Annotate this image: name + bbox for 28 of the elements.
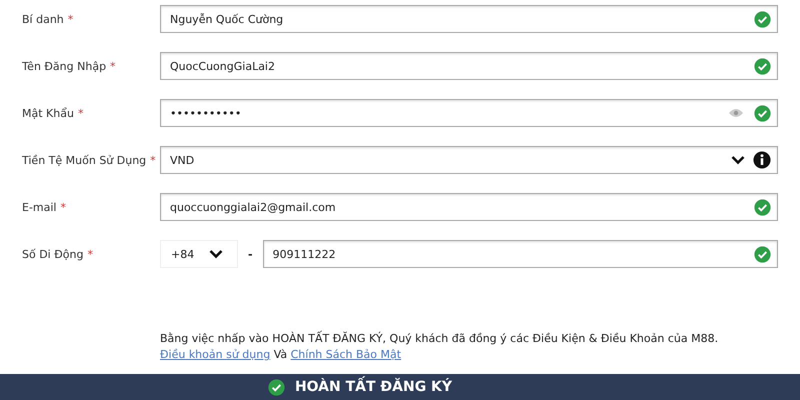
input-field[interactable]: QuocCuongGiaLai2: [160, 52, 778, 80]
input-field[interactable]: 909111222: [262, 240, 778, 268]
required-mark: *: [60, 200, 66, 214]
required-mark: *: [68, 12, 74, 26]
separator-text: -: [248, 248, 253, 260]
required-mark: *: [78, 106, 84, 120]
field-label: Số Di Động: [22, 248, 84, 260]
input-field[interactable]: •••••••••••: [160, 99, 778, 127]
submit-button[interactable]: HOÀN TẤT ĐĂNG KÝ: [268, 378, 452, 396]
country-code-select[interactable]: +84: [160, 240, 238, 268]
field-label: Bí danh: [22, 12, 64, 26]
chevron-down-icon: [731, 155, 745, 165]
input-field[interactable]: quoccuonggialai2@gmail.com: [160, 193, 778, 221]
input-field[interactable]: Nguyễn Quốc Cường: [160, 5, 778, 33]
terms-text: Bằng việc nhấp vào HOÀN TẤT ĐĂNG KÝ, Quý khách đã đồng ý các Điều Kiện & Điều Khoản của M88. Điều khoản sử dụng Và Chính Sách Bảo Mật: [159, 330, 720, 363]
field-label: Tên Đăng Nhập: [22, 60, 106, 72]
terms-link[interactable]: Chính Sách Bảo Mật: [290, 348, 402, 361]
field-label: E-mail: [22, 200, 56, 214]
field-label: Mật Khẩu: [22, 106, 74, 120]
currency-select[interactable]: VND: [160, 146, 778, 174]
terms-link[interactable]: Điều khoản sử dụng: [160, 348, 270, 361]
eye-icon: [728, 108, 744, 118]
chevron-down-icon: [209, 249, 223, 259]
check-icon: [268, 378, 285, 396]
required-mark: *: [110, 60, 116, 72]
field-label: Tiền Tệ Muốn Sử Dụng: [22, 154, 146, 166]
required-mark: *: [87, 248, 93, 260]
required-mark: *: [150, 154, 156, 166]
